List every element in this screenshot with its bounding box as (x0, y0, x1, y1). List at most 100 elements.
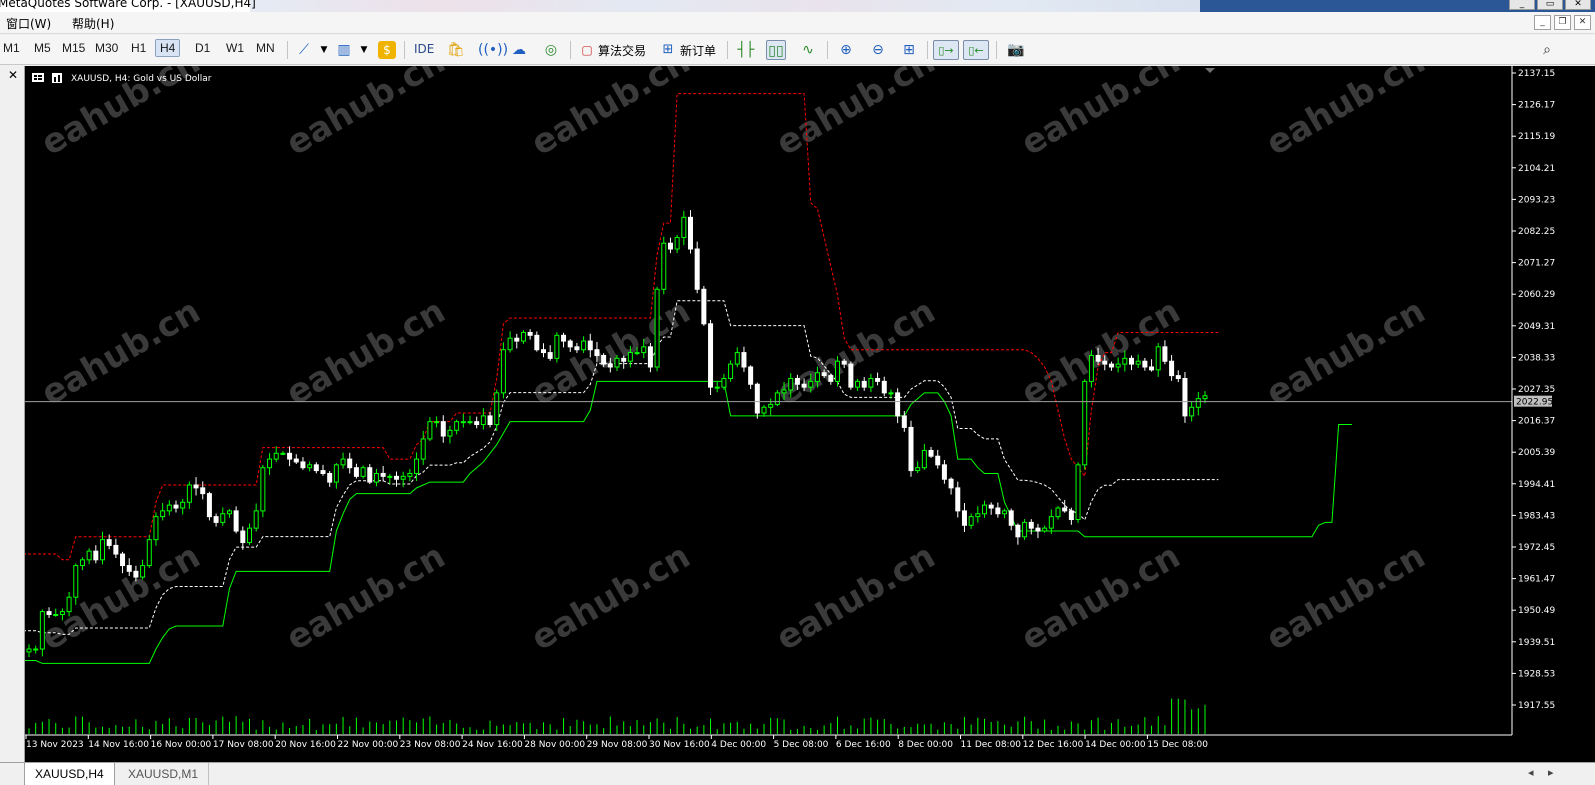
candle-body (828, 375, 834, 382)
mt5-window: MetaQuotes Software Corp. - [XAUUSD,H4] … (0, 0, 1595, 785)
timeframe-h1[interactable]: H1 (131, 41, 146, 55)
algo-trading-button[interactable]: 算法交易 (598, 42, 646, 59)
candle-body (146, 539, 152, 567)
candle-body (400, 475, 406, 480)
tab-xauusd-h4[interactable]: XAUUSD,H4 (24, 763, 115, 785)
price-tick-label: 2115.19 (1518, 132, 1555, 142)
volume-bars (28, 698, 1206, 734)
dollar-icon[interactable]: $ (378, 41, 396, 59)
maximize-button[interactable]: ▭ (1537, 0, 1563, 10)
chart-shift-icon[interactable]: ▯← (963, 40, 989, 60)
candle-body (701, 288, 707, 325)
minimize-button[interactable]: _ (1509, 0, 1535, 10)
candle-body (1088, 354, 1094, 382)
chart-area[interactable]: eahub.cn eahub.cn eahub.cn eahub.cn eahub.cn… (25, 66, 1595, 762)
timeframe-m30[interactable]: M30 (95, 41, 118, 55)
algo-trading-icon[interactable]: ▢ (577, 40, 597, 60)
ide-button[interactable]: IDE (414, 42, 434, 56)
candle-body (935, 455, 941, 466)
candle-body (688, 216, 693, 250)
tab-xauusd-m1[interactable]: XAUUSD,M1 (118, 763, 210, 785)
timeframe-w1[interactable]: W1 (226, 41, 244, 55)
mdi-restore-button[interactable]: ❐ (1554, 15, 1571, 30)
separator (827, 41, 828, 59)
price-tick-label: 2005.39 (1518, 448, 1555, 458)
candle-body (1042, 527, 1048, 532)
new-order-icon[interactable]: ⊞ (658, 40, 678, 60)
candle-body (1129, 357, 1134, 365)
price-tick-label: 2104.21 (1518, 164, 1555, 174)
price-tick-label: 1994.41 (1518, 480, 1555, 490)
timeframe-h4[interactable]: H4 (155, 39, 181, 57)
menu-help[interactable]: 帮助(H) (72, 15, 114, 32)
zoom-out-icon[interactable]: ⊖ (868, 40, 888, 60)
candle-body (120, 553, 126, 567)
candle-body (1155, 346, 1161, 371)
new-order-button[interactable]: 新订单 (680, 42, 716, 59)
candle-body (721, 377, 727, 388)
price-tick-label: 2082.25 (1518, 227, 1555, 237)
candle-body (434, 421, 440, 424)
auto-scroll-icon[interactable]: ▯→ (933, 40, 959, 60)
mdi-close-button[interactable]: ✕ (1574, 15, 1591, 30)
candle-body (1055, 507, 1061, 518)
time-tick-label: 24 Nov 16:00 (462, 740, 523, 750)
price-axis: 2137.15 2126.17 2115.19 2104.21 2093.23 2082.… (1512, 69, 1555, 711)
chevron-down-icon[interactable]: ▼ (314, 40, 334, 60)
menu-window[interactable]: 窗口(W) (6, 15, 51, 32)
candle-body (46, 611, 52, 615)
time-tick-label: 23 Nov 08:00 (400, 740, 461, 750)
candle-body (948, 478, 954, 489)
candle-body (1015, 524, 1021, 538)
timeframe-mn[interactable]: MN (256, 41, 275, 55)
chart-type-line-icon[interactable]: ⟋ (294, 40, 314, 60)
toolbar: M1 M5 M15 M30 H1 H4 D1 W1 MN ⟋ ▼ ▥ ▼ $ I… (0, 35, 1595, 65)
candle-body (1115, 363, 1121, 368)
screenshot-icon[interactable]: 📷 (1006, 40, 1026, 60)
time-tick-label: 5 Dec 08:00 (774, 740, 829, 750)
candle-body (1169, 360, 1175, 377)
timeframe-m1[interactable]: M1 (3, 41, 20, 55)
candle-body (514, 337, 520, 342)
candle-body (160, 510, 166, 518)
candle-body (367, 467, 373, 483)
globe-icon[interactable]: ◎ (541, 40, 561, 60)
candle-body (474, 421, 480, 426)
timeframe-m15[interactable]: M15 (62, 41, 85, 55)
zoom-in-icon[interactable]: ⊕ (836, 40, 856, 60)
candle-body (507, 337, 513, 351)
time-tick-label: 14 Dec 00:00 (1085, 740, 1146, 750)
separator (996, 41, 997, 59)
candle-body (955, 487, 961, 512)
signal-icon[interactable]: ((•)) (478, 40, 508, 60)
candle-body (647, 346, 653, 368)
bar-chart-icon[interactable]: ┤├ (736, 40, 756, 60)
tab-scroll-left-icon[interactable]: ◂ (1528, 766, 1534, 779)
candle-body (614, 357, 620, 368)
candle-body (126, 565, 132, 572)
shopping-bag-icon[interactable]: 🛍 (446, 40, 466, 60)
cloud-icon[interactable]: ☁ (509, 40, 529, 60)
mdi-buttons: _ ❐ ✕ (1534, 15, 1591, 30)
candle-body (941, 464, 947, 480)
mdi-minimize-button[interactable]: _ (1534, 15, 1551, 30)
grid-icon[interactable]: ⊞ (899, 40, 919, 60)
timeframe-d1[interactable]: D1 (195, 41, 210, 55)
chevron-down-icon[interactable]: ▼ (354, 40, 374, 60)
close-icon[interactable]: ✕ (8, 68, 18, 82)
timeframe-m5[interactable]: M5 (34, 41, 51, 55)
search-icon[interactable]: ⌕ (1537, 40, 1557, 60)
candle-body (480, 415, 486, 426)
indicators-icon[interactable]: ▥ (334, 40, 354, 60)
tab-scroll-right-icon[interactable]: ▸ (1548, 766, 1554, 779)
candlestick-icon[interactable]: ▯▯ (766, 40, 786, 60)
price-chart[interactable]: eahub.cn eahub.cn eahub.cn eahub.cn eahub.cn… (25, 66, 1595, 762)
close-button[interactable]: ✕ (1565, 0, 1591, 10)
watermark-layer: eahub.cn eahub.cn eahub.cn eahub.cn eahub.cn… (35, 66, 1432, 659)
candle-body (253, 510, 259, 529)
time-tick-label: 8 Dec 00:00 (898, 740, 953, 750)
line-chart-icon[interactable]: ∿ (798, 40, 818, 60)
candle-body (173, 504, 179, 509)
candle-body (487, 415, 493, 426)
candle-body (26, 648, 32, 653)
